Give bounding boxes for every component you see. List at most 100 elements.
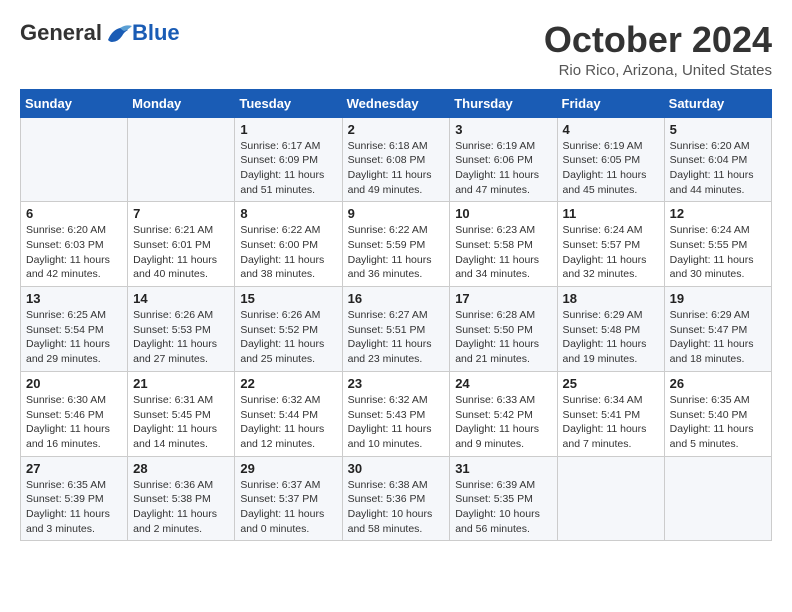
day-info: Sunrise: 6:26 AMSunset: 5:52 PMDaylight:… xyxy=(240,308,336,367)
day-info: Sunrise: 6:20 AMSunset: 6:04 PMDaylight:… xyxy=(670,139,766,198)
page-header: General Blue October 2024 Rio Rico, Ariz… xyxy=(20,20,772,79)
calendar-table: SundayMondayTuesdayWednesdayThursdayFrid… xyxy=(20,89,772,542)
logo-blue: Blue xyxy=(132,20,180,46)
day-info: Sunrise: 6:33 AMSunset: 5:42 PMDaylight:… xyxy=(455,393,551,452)
day-info: Sunrise: 6:17 AMSunset: 6:09 PMDaylight:… xyxy=(240,139,336,198)
calendar-cell: 3 Sunrise: 6:19 AMSunset: 6:06 PMDaylight… xyxy=(450,117,557,202)
day-info: Sunrise: 6:32 AMSunset: 5:43 PMDaylight:… xyxy=(348,393,445,452)
day-number: 4 xyxy=(563,122,659,137)
day-number: 17 xyxy=(455,291,551,306)
weekday-header-thursday: Thursday xyxy=(450,89,557,117)
day-number: 10 xyxy=(455,206,551,221)
day-number: 21 xyxy=(133,376,229,391)
day-number: 25 xyxy=(563,376,659,391)
calendar-cell: 31 Sunrise: 6:39 AMSunset: 5:35 PMDayligh… xyxy=(450,456,557,541)
calendar-cell xyxy=(557,456,664,541)
calendar-cell: 7 Sunrise: 6:21 AMSunset: 6:01 PMDaylight… xyxy=(128,202,235,287)
calendar-cell: 10 Sunrise: 6:23 AMSunset: 5:58 PMDayligh… xyxy=(450,202,557,287)
day-info: Sunrise: 6:29 AMSunset: 5:48 PMDaylight:… xyxy=(563,308,659,367)
calendar-week-row: 6Sunrise: 6:20 AMSunset: 6:03 PMDaylight… xyxy=(21,202,772,287)
day-number: 19 xyxy=(670,291,766,306)
calendar-cell xyxy=(128,117,235,202)
day-number: 22 xyxy=(240,376,336,391)
calendar-cell: 5 Sunrise: 6:20 AMSunset: 6:04 PMDaylight… xyxy=(664,117,771,202)
calendar-cell: 11 Sunrise: 6:24 AMSunset: 5:57 PMDayligh… xyxy=(557,202,664,287)
calendar-cell: 28Sunrise: 6:36 AMSunset: 5:38 PMDayligh… xyxy=(128,456,235,541)
day-info: Sunrise: 6:37 AMSunset: 5:37 PMDaylight:… xyxy=(240,478,336,537)
calendar-cell: 17 Sunrise: 6:28 AMSunset: 5:50 PMDayligh… xyxy=(450,287,557,372)
calendar-cell: 18 Sunrise: 6:29 AMSunset: 5:48 PMDayligh… xyxy=(557,287,664,372)
day-info: Sunrise: 6:24 AMSunset: 5:57 PMDaylight:… xyxy=(563,223,659,282)
day-info: Sunrise: 6:18 AMSunset: 6:08 PMDaylight:… xyxy=(348,139,445,198)
day-number: 12 xyxy=(670,206,766,221)
day-number: 27 xyxy=(26,461,122,476)
title-block: October 2024 Rio Rico, Arizona, United S… xyxy=(544,20,772,79)
day-number: 18 xyxy=(563,291,659,306)
calendar-cell: 6Sunrise: 6:20 AMSunset: 6:03 PMDaylight… xyxy=(21,202,128,287)
calendar-week-row: 13Sunrise: 6:25 AMSunset: 5:54 PMDayligh… xyxy=(21,287,772,372)
day-info: Sunrise: 6:29 AMSunset: 5:47 PMDaylight:… xyxy=(670,308,766,367)
calendar-cell: 12Sunrise: 6:24 AMSunset: 5:55 PMDayligh… xyxy=(664,202,771,287)
weekday-header-wednesday: Wednesday xyxy=(342,89,450,117)
calendar-cell xyxy=(21,117,128,202)
calendar-cell: 9Sunrise: 6:22 AMSunset: 5:59 PMDaylight… xyxy=(342,202,450,287)
location: Rio Rico, Arizona, United States xyxy=(544,62,772,79)
day-info: Sunrise: 6:21 AMSunset: 6:01 PMDaylight:… xyxy=(133,223,229,282)
day-number: 16 xyxy=(348,291,445,306)
calendar-cell: 19 Sunrise: 6:29 AMSunset: 5:47 PMDayligh… xyxy=(664,287,771,372)
day-number: 8 xyxy=(240,206,336,221)
day-number: 20 xyxy=(26,376,122,391)
day-info: Sunrise: 6:19 AMSunset: 6:06 PMDaylight:… xyxy=(455,139,551,198)
logo-general: General xyxy=(20,20,102,46)
calendar-cell xyxy=(664,456,771,541)
weekday-header-sunday: Sunday xyxy=(21,89,128,117)
day-number: 24 xyxy=(455,376,551,391)
day-info: Sunrise: 6:36 AMSunset: 5:38 PMDaylight:… xyxy=(133,478,229,537)
day-number: 29 xyxy=(240,461,336,476)
day-info: Sunrise: 6:23 AMSunset: 5:58 PMDaylight:… xyxy=(455,223,551,282)
weekday-header-saturday: Saturday xyxy=(664,89,771,117)
day-info: Sunrise: 6:22 AMSunset: 6:00 PMDaylight:… xyxy=(240,223,336,282)
day-number: 6 xyxy=(26,206,122,221)
day-number: 15 xyxy=(240,291,336,306)
day-number: 5 xyxy=(670,122,766,137)
day-number: 1 xyxy=(240,122,336,137)
day-number: 2 xyxy=(348,122,445,137)
day-info: Sunrise: 6:28 AMSunset: 5:50 PMDaylight:… xyxy=(455,308,551,367)
day-number: 3 xyxy=(455,122,551,137)
weekday-header-tuesday: Tuesday xyxy=(235,89,342,117)
day-number: 23 xyxy=(348,376,445,391)
logo-bird-icon xyxy=(104,22,132,44)
calendar-cell: 1 Sunrise: 6:17 AMSunset: 6:09 PMDaylight… xyxy=(235,117,342,202)
day-info: Sunrise: 6:27 AMSunset: 5:51 PMDaylight:… xyxy=(348,308,445,367)
calendar-week-row: 1 Sunrise: 6:17 AMSunset: 6:09 PMDaylight… xyxy=(21,117,772,202)
day-number: 14 xyxy=(133,291,229,306)
day-info: Sunrise: 6:35 AMSunset: 5:40 PMDaylight:… xyxy=(670,393,766,452)
day-number: 11 xyxy=(563,206,659,221)
calendar-cell: 29 Sunrise: 6:37 AMSunset: 5:37 PMDayligh… xyxy=(235,456,342,541)
weekday-header-monday: Monday xyxy=(128,89,235,117)
day-info: Sunrise: 6:34 AMSunset: 5:41 PMDaylight:… xyxy=(563,393,659,452)
calendar-cell: 4Sunrise: 6:19 AMSunset: 6:05 PMDaylight… xyxy=(557,117,664,202)
month-title: October 2024 xyxy=(544,20,772,60)
calendar-cell: 25 Sunrise: 6:34 AMSunset: 5:41 PMDayligh… xyxy=(557,371,664,456)
day-number: 13 xyxy=(26,291,122,306)
calendar-cell: 21 Sunrise: 6:31 AMSunset: 5:45 PMDayligh… xyxy=(128,371,235,456)
day-info: Sunrise: 6:26 AMSunset: 5:53 PMDaylight:… xyxy=(133,308,229,367)
day-number: 9 xyxy=(348,206,445,221)
calendar-cell: 16 Sunrise: 6:27 AMSunset: 5:51 PMDayligh… xyxy=(342,287,450,372)
day-number: 30 xyxy=(348,461,445,476)
day-info: Sunrise: 6:35 AMSunset: 5:39 PMDaylight:… xyxy=(26,478,122,537)
weekday-header-friday: Friday xyxy=(557,89,664,117)
day-number: 31 xyxy=(455,461,551,476)
calendar-cell: 15 Sunrise: 6:26 AMSunset: 5:52 PMDayligh… xyxy=(235,287,342,372)
day-info: Sunrise: 6:39 AMSunset: 5:35 PMDaylight:… xyxy=(455,478,551,537)
calendar-cell: 24 Sunrise: 6:33 AMSunset: 5:42 PMDayligh… xyxy=(450,371,557,456)
calendar-week-row: 27 Sunrise: 6:35 AMSunset: 5:39 PMDayligh… xyxy=(21,456,772,541)
day-info: Sunrise: 6:31 AMSunset: 5:45 PMDaylight:… xyxy=(133,393,229,452)
day-info: Sunrise: 6:38 AMSunset: 5:36 PMDaylight:… xyxy=(348,478,445,537)
day-number: 7 xyxy=(133,206,229,221)
calendar-cell: 23 Sunrise: 6:32 AMSunset: 5:43 PMDayligh… xyxy=(342,371,450,456)
weekday-header-row: SundayMondayTuesdayWednesdayThursdayFrid… xyxy=(21,89,772,117)
calendar-cell: 8 Sunrise: 6:22 AMSunset: 6:00 PMDaylight… xyxy=(235,202,342,287)
